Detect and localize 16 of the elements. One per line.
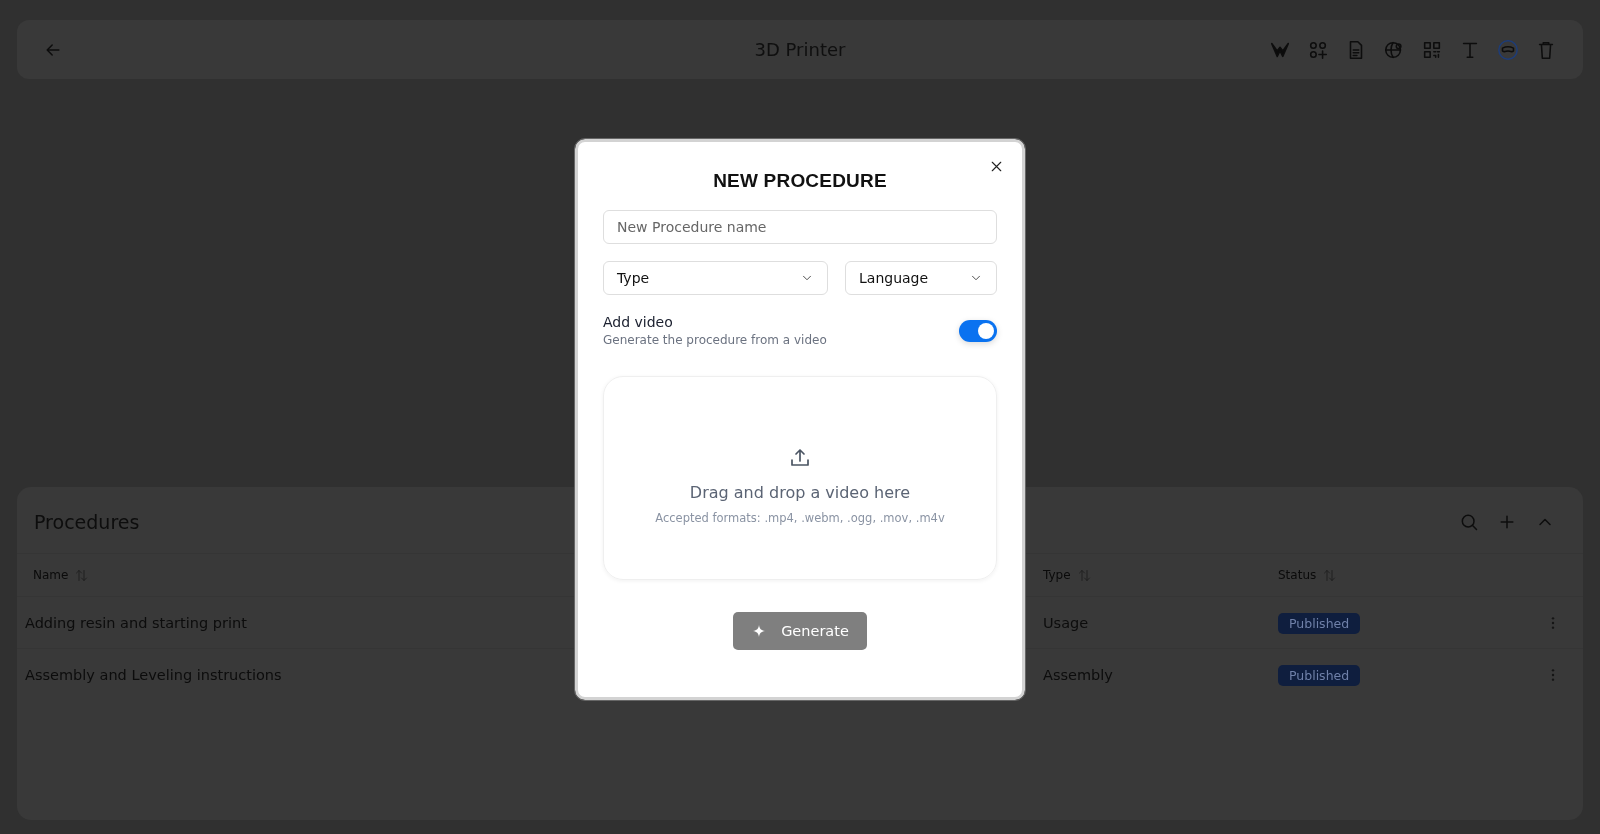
more-options-icon[interactable] [1550,666,1556,683]
video-dropzone[interactable]: Drag and drop a video here Accepted formats: .mp4, .webm, .ogg, .mov, .m4v [603,376,997,580]
dropzone-text: Drag and drop a video here [689,482,911,502]
procedure-name-field[interactable]: New Procedure name [603,210,997,244]
type-dropdown[interactable]: Type [603,261,828,295]
language-dropdown[interactable]: Language [845,261,997,295]
dialog-title: NEW PROCEDURE [712,170,888,192]
add-video-label: Add video [603,314,674,330]
visor-icon[interactable] [1497,38,1519,61]
status-badge: Published [1278,664,1361,686]
add-video-description: Generate the procedure from a video [603,333,827,347]
toggle-switch[interactable] [959,319,997,342]
search-icon[interactable] [1459,512,1479,532]
accepted-formats-text: Accepted formats: .mp4, .webm, .ogg, .mov, .m4v [655,510,945,525]
more-options-icon[interactable] [1550,614,1556,631]
status-badge: Published [1278,612,1361,634]
